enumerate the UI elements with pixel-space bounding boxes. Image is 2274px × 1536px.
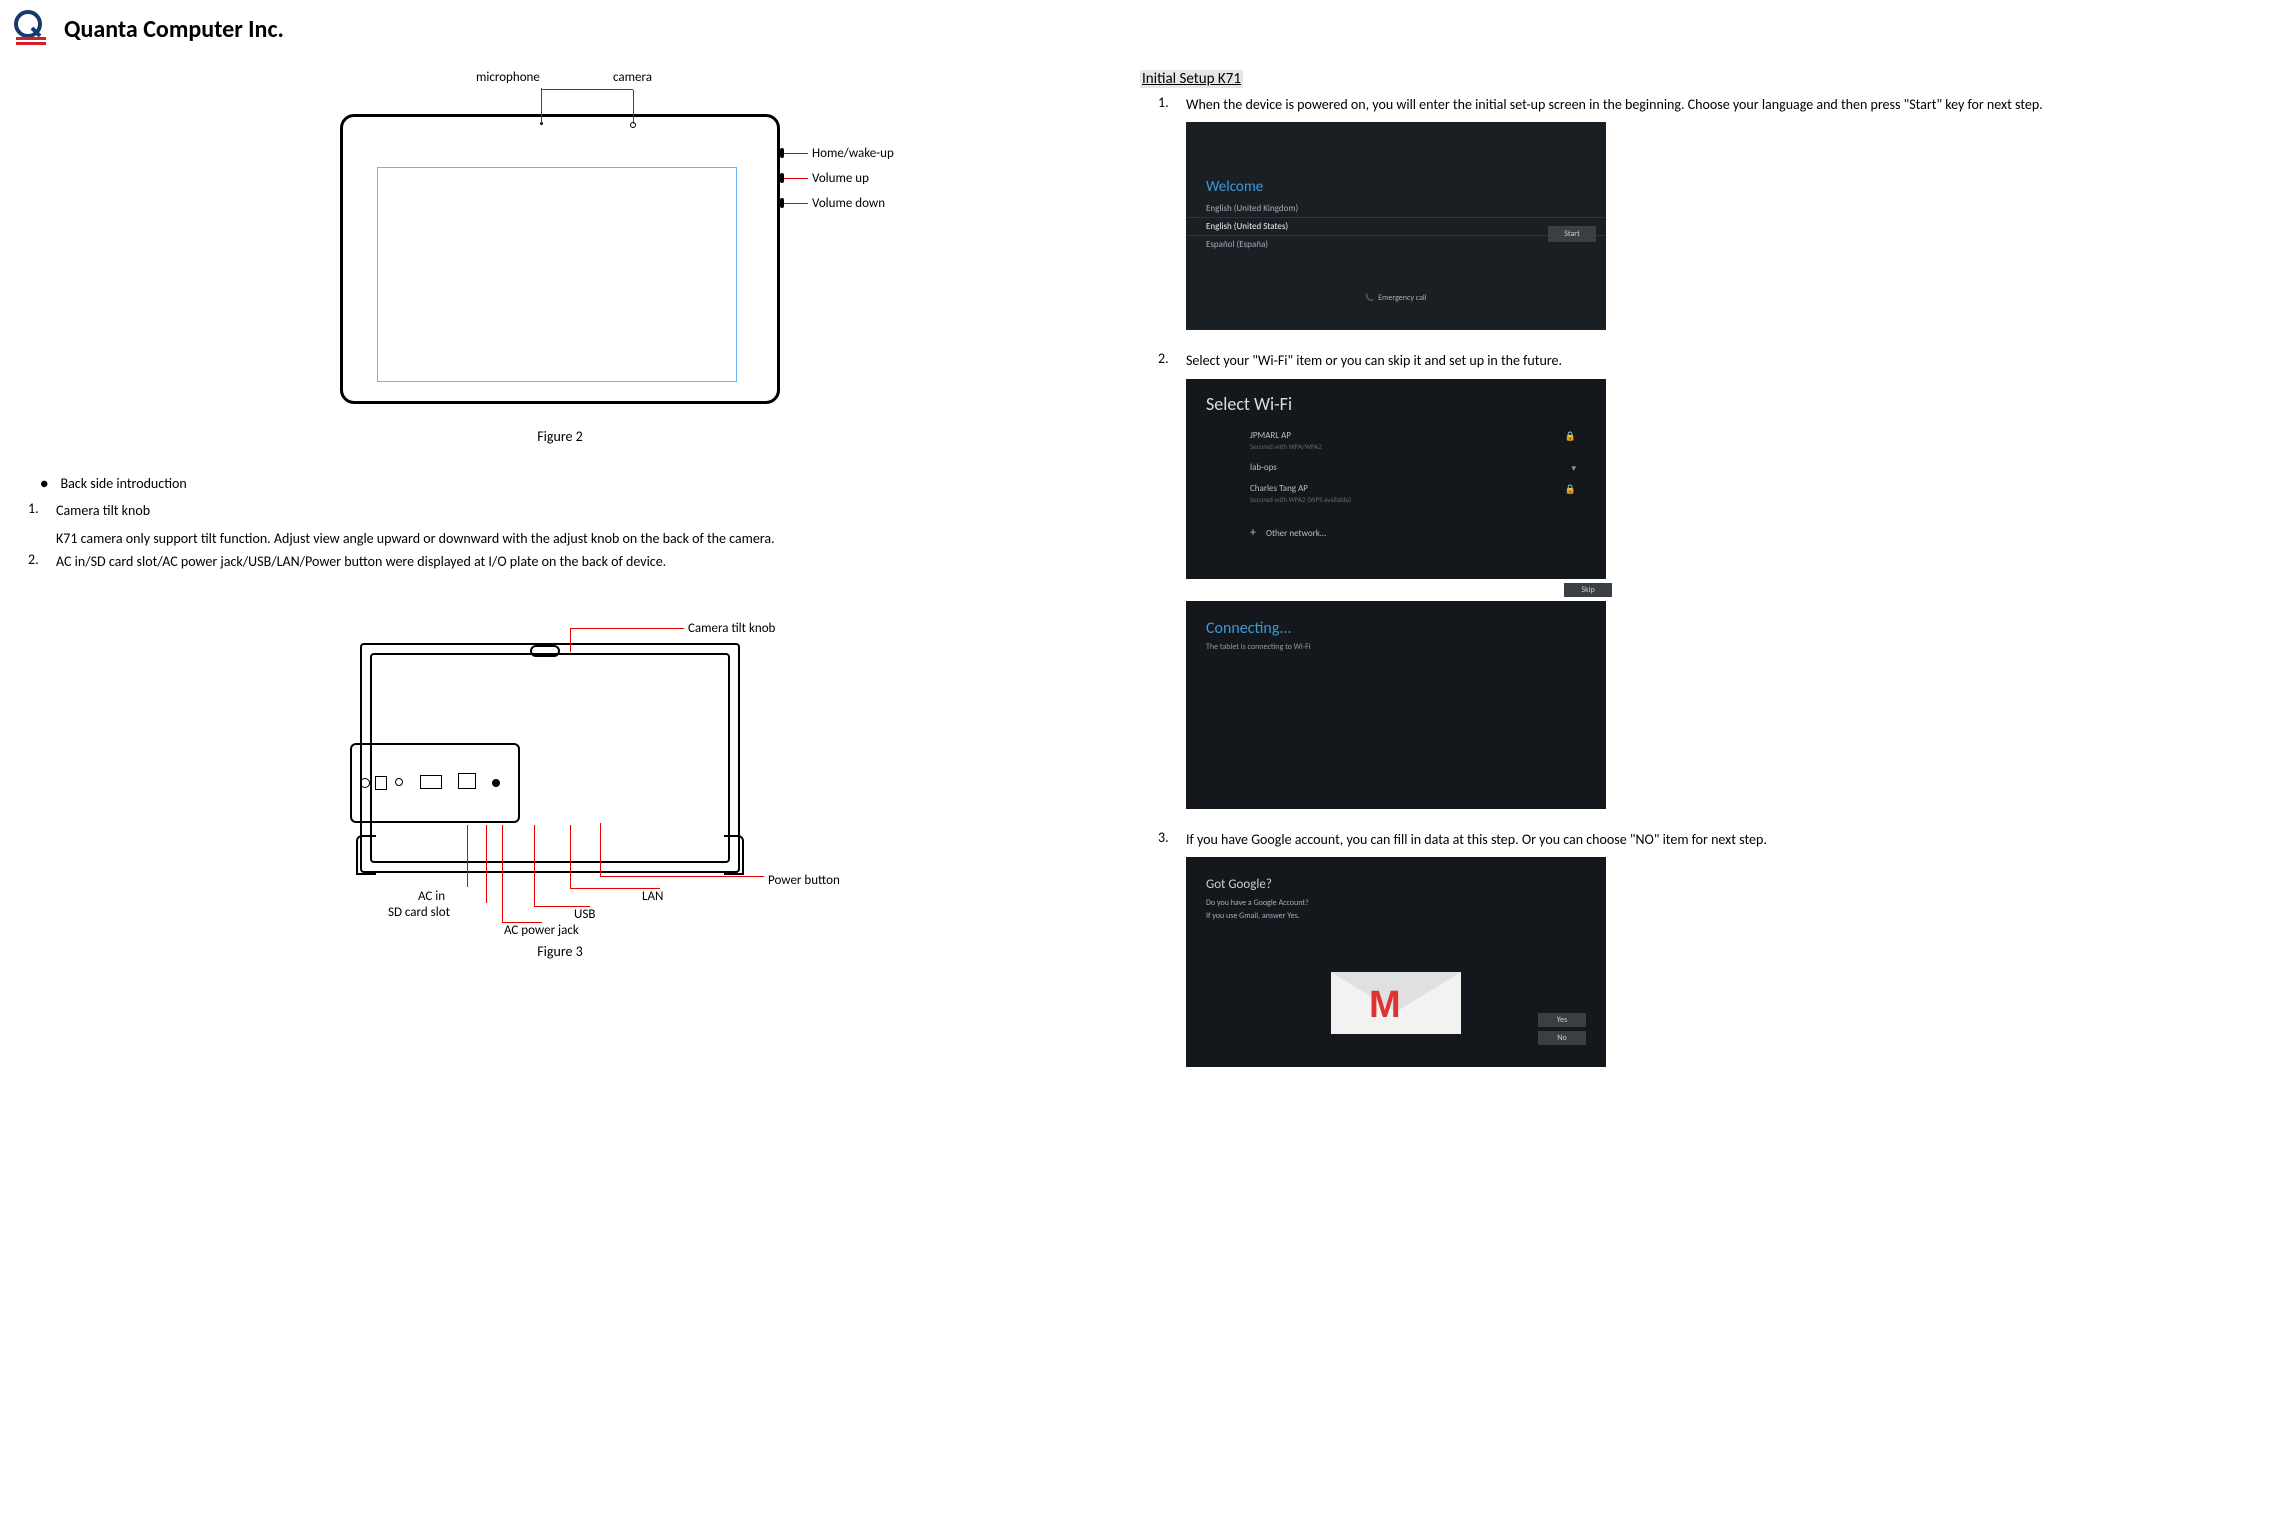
label-volume-down: Volume down [812, 196, 885, 211]
label-lan: LAN [642, 889, 663, 904]
label-volume-up: Volume up [812, 171, 869, 186]
step-2-num: 2. [1158, 350, 1186, 367]
label-camera-tilt-knob: Camera tilt knob [688, 621, 775, 636]
google-sub2: If you use Gmail, answer Yes. [1186, 911, 1606, 924]
label-ac-in: AC in [418, 889, 445, 904]
skip-button: Skip [1564, 583, 1612, 597]
label-home: Home/wake-up [812, 146, 894, 161]
lang-next: Español (España) [1186, 236, 1606, 253]
wifi-lock-icon: 🔒 [1565, 431, 1576, 442]
item-1-title: Camera tilt knob [56, 500, 1106, 522]
step-3-text: If you have Google account, you can fill… [1186, 829, 2250, 851]
google-sub1: Do you have a Google Account? [1186, 898, 1606, 911]
wifi-lock-icon: 🔒 [1565, 484, 1576, 495]
gmail-envelope-icon: M [1331, 948, 1461, 1034]
lang-prev: English (United Kingdom) [1186, 200, 1606, 217]
got-google-title: Got Google? [1186, 857, 1606, 898]
label-ac-jack: AC power jack [504, 923, 579, 938]
step-1-num: 1. [1158, 94, 1186, 111]
label-power-button: Power button [768, 873, 840, 888]
quanta-logo [10, 10, 54, 48]
lang-selected: English (United States) [1186, 217, 1606, 236]
tablet-screen [377, 167, 737, 382]
wifi-net1: JPMARL AP [1250, 430, 1291, 441]
emergency-call: Emergency call [1186, 253, 1606, 311]
figure-3-caption: Figure 3 [10, 943, 1110, 960]
company-name: Quanta Computer Inc. [64, 15, 284, 44]
start-button: Start [1548, 226, 1596, 242]
screenshot-select-wifi: Select Wi-Fi JPMARL APSecured with WPA/W… [1186, 379, 1606, 579]
google-yes-button: Yes [1538, 1013, 1586, 1027]
step-1-text: When the device is powered on, you will … [1186, 94, 2250, 116]
connecting-subtitle: The tablet is connecting to Wi-Fi [1186, 642, 1606, 802]
step-2-text: Select your "Wi-Fi" item or you can skip… [1186, 350, 2250, 372]
screenshot-google-account: Got Google? Do you have a Google Account… [1186, 857, 1606, 1067]
label-usb: USB [574, 907, 595, 922]
item-1-body: K71 camera only support tilt function. A… [56, 528, 1110, 550]
wifi-other-network: Other network… [1186, 510, 1606, 560]
wifi-net2: lab-ops [1250, 462, 1277, 473]
setup-title: Initial Setup K71 [1140, 70, 1243, 88]
item-2-title: AC in/SD card slot/AC power jack/USB/LAN… [56, 551, 1106, 573]
screenshot-welcome: Welcome English (United Kingdom) English… [1186, 122, 1606, 330]
figure-2-diagram: microphone camera Home/wake-up Volume up… [220, 58, 900, 418]
welcome-title: Welcome [1186, 122, 1606, 200]
tablet-outline [340, 114, 780, 404]
label-sd-card: SD card slot [388, 905, 450, 920]
item-1-num: 1. [28, 500, 56, 517]
figure-2-caption: Figure 2 [10, 428, 1110, 445]
label-camera: camera [613, 70, 652, 85]
step-3-num: 3. [1158, 829, 1186, 846]
backside-heading: Back side introduction [40, 475, 1110, 492]
screenshot-connecting: Connecting... The tablet is connecting t… [1186, 601, 1606, 809]
google-no-button: No [1538, 1031, 1586, 1045]
item-2-num: 2. [28, 551, 56, 568]
wifi-net3: Charles Tang AP [1250, 483, 1308, 494]
figure-3-diagram: Camera tilt knob AC in SD card slot AC p… [240, 603, 880, 933]
wifi-signal-icon: ▾ [1571, 463, 1576, 474]
wifi-title: Select Wi-Fi [1186, 379, 1606, 425]
page-header: Quanta Computer Inc. [10, 10, 1110, 48]
connecting-title: Connecting... [1186, 601, 1606, 642]
label-microphone: microphone [476, 70, 540, 85]
